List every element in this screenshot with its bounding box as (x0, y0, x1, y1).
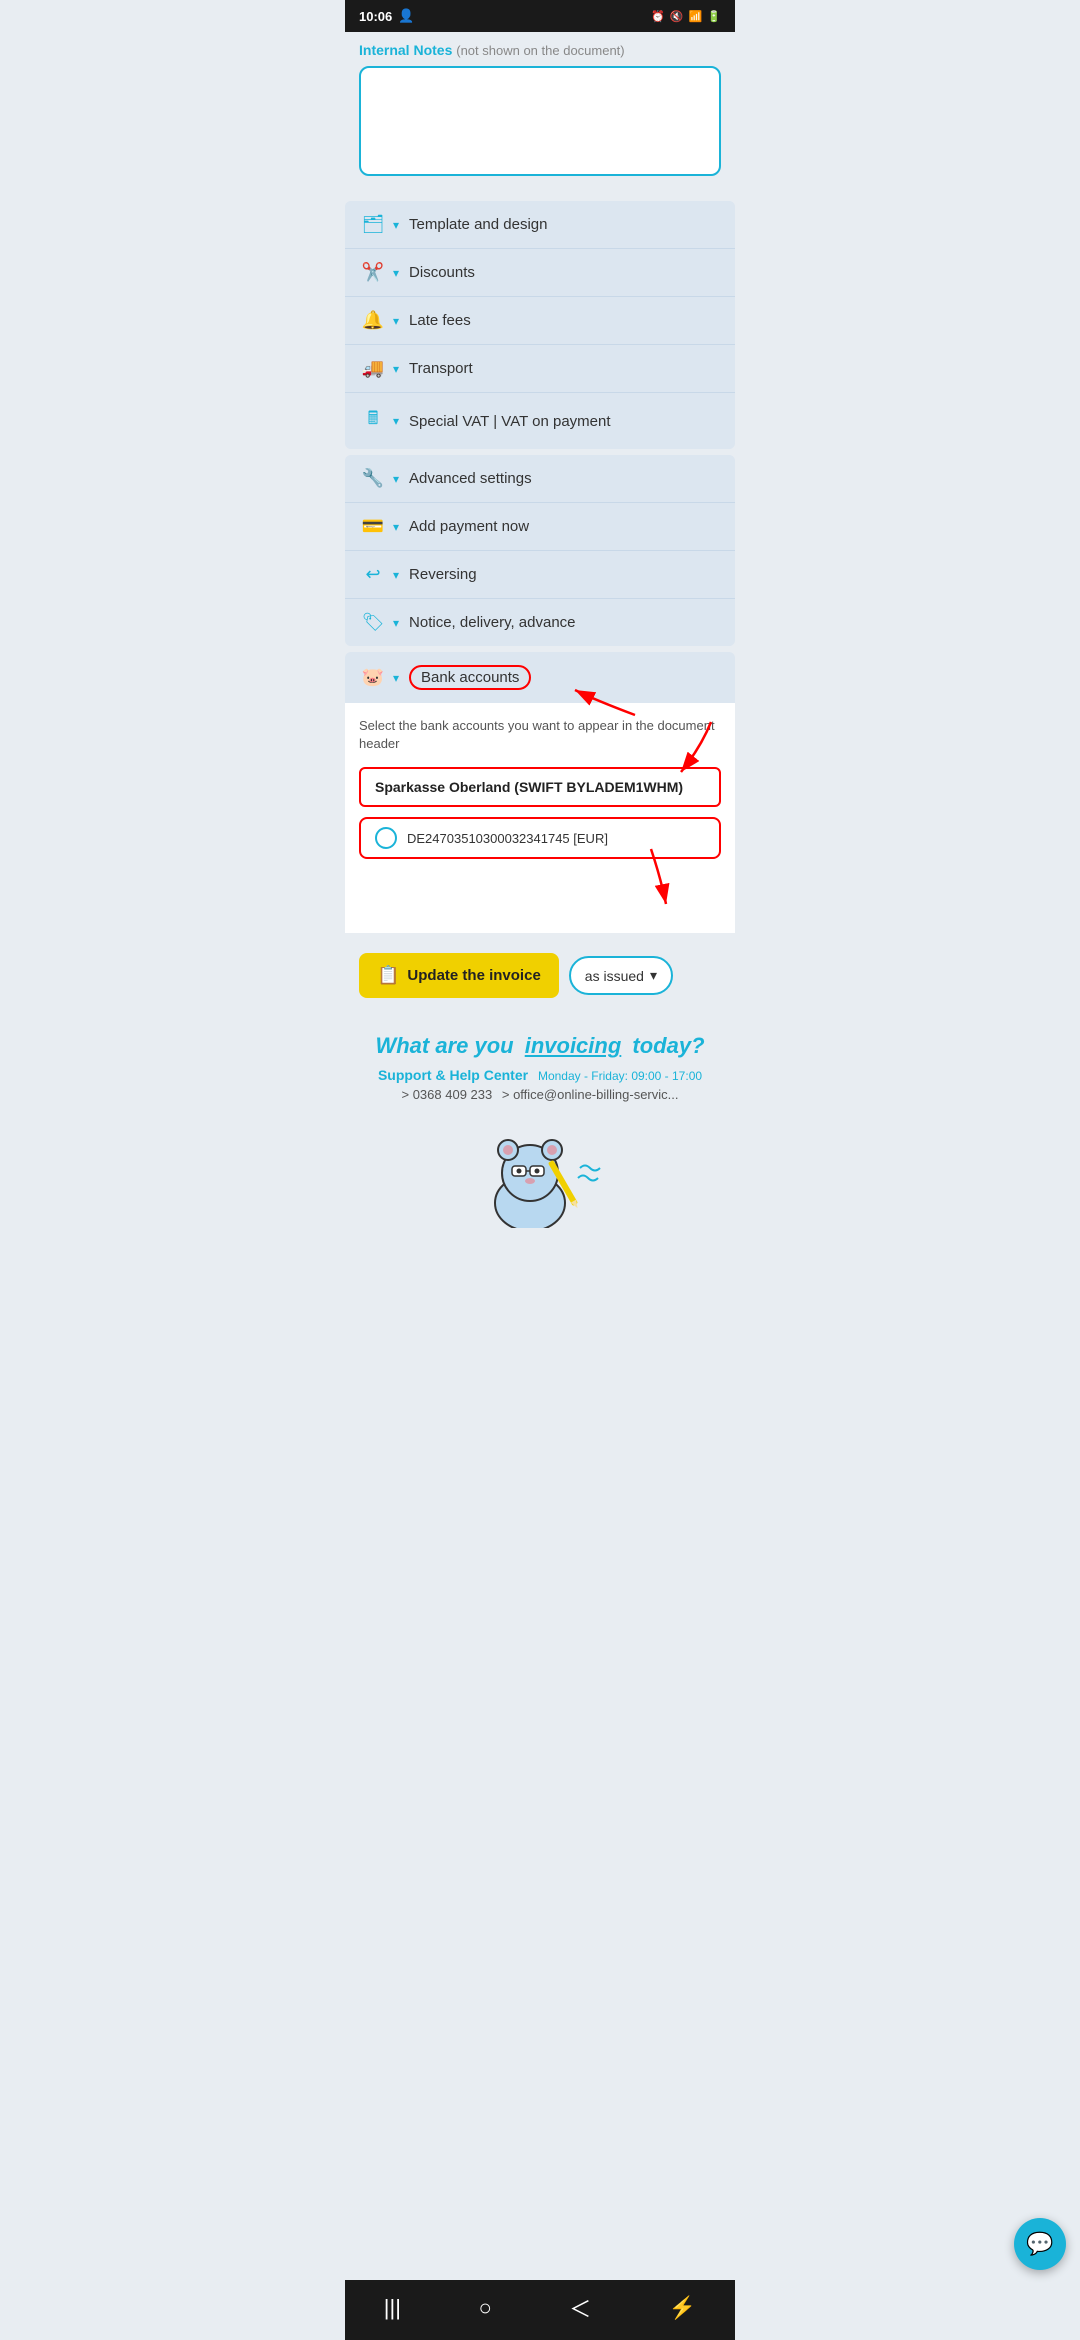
notice-icon: 🏷 (359, 612, 387, 633)
chevron-icon: ▾ (393, 671, 399, 685)
nav-recent-button[interactable]: ⚡ (669, 2295, 696, 2321)
spacer (359, 859, 721, 919)
chevron-icon: ▾ (393, 472, 399, 486)
special-vat-icon: 🖩 (359, 406, 387, 436)
accordion-label: Late fees (409, 312, 471, 329)
footer-section: What are you invoicing today? Support & … (345, 1012, 735, 1328)
nav-bar: ||| ○ ＜ ⚡ (345, 2280, 735, 2340)
update-bar: 📋 Update the invoice as issued ▾ (345, 939, 735, 1012)
accordion-label: Add payment now (409, 518, 529, 535)
payment-icon: 💳 (359, 516, 387, 537)
accordion-item-late-fees[interactable]: 🔔 ▾ Late fees (345, 297, 735, 345)
bank-icon: 🐷 (359, 667, 387, 688)
chevron-icon: ▾ (393, 218, 399, 232)
accordion-item-add-payment[interactable]: 💳 ▾ Add payment now (345, 503, 735, 551)
iban-text: DE24703510300032341745 [EUR] (407, 831, 608, 846)
chevron-icon: ▾ (393, 616, 399, 630)
accordion-label: Discounts (409, 264, 475, 281)
bank-accounts-label: Bank accounts (409, 665, 531, 690)
bank-accounts-description: Select the bank accounts you want to app… (359, 717, 721, 753)
accordion-item-reversing[interactable]: ↩ ▾ Reversing (345, 551, 735, 599)
bank-accounts-header[interactable]: 🐷 ▾ Bank accounts (345, 652, 735, 703)
alarm-icon: ⏰ (651, 10, 665, 23)
mute-icon: 🔇 (670, 10, 684, 23)
bank-accounts-body: Select the bank accounts you want to app… (345, 703, 735, 933)
nav-back-button[interactable]: ＜ (569, 2292, 591, 2324)
status-bar-left: 10:06 👤 (359, 8, 414, 24)
update-invoice-button[interactable]: 📋 Update the invoice (359, 953, 559, 998)
accordion-group-2: 🔧 ▾ Advanced settings 💳 ▾ Add payment no… (345, 455, 735, 646)
accordion-item-template-design[interactable]: 🗂 ▾ Template and design (345, 201, 735, 249)
accordion-label: Reversing (409, 566, 477, 583)
accordion-group-1: 🗂 ▾ Template and design ✂️ ▾ Discounts 🔔… (345, 201, 735, 449)
as-issued-dropdown[interactable]: as issued ▾ (569, 956, 673, 995)
nav-home-button[interactable]: ○ (478, 2295, 491, 2321)
accordion-label: Notice, delivery, advance (409, 614, 575, 631)
chevron-icon: ▾ (393, 414, 399, 428)
accordion-label: Template and design (409, 216, 547, 233)
internal-notes-input[interactable] (359, 66, 721, 176)
chevron-icon: ▾ (393, 314, 399, 328)
time: 10:06 (359, 9, 392, 24)
mascot-area (359, 1118, 721, 1238)
bank-accounts-section: 🐷 ▾ Bank accounts Select the bank accoun… (345, 652, 735, 933)
accordion-item-notice[interactable]: 🏷 ▾ Notice, delivery, advance (345, 599, 735, 646)
chat-icon: 💬 (1026, 2231, 1053, 2257)
accordion-item-transport[interactable]: 🚚 ▾ Transport (345, 345, 735, 393)
settings-icon: 🔧 (359, 468, 387, 489)
nav-spacer (359, 1238, 721, 1318)
template-icon: 🗂 (359, 214, 387, 235)
invoice-icon: 📋 (377, 965, 399, 986)
mascot-illustration (460, 1128, 620, 1228)
main-content: Internal Notes (not shown on the documen… (345, 32, 735, 1328)
user-icon: 👤 (398, 8, 414, 24)
footer-headline: What are you invoicing today? (359, 1032, 721, 1061)
chevron-icon: ▾ (393, 568, 399, 582)
bank-name-container: Sparkasse Oberland (SWIFT BYLADEM1WHM) (359, 767, 721, 807)
bank-name-entry[interactable]: Sparkasse Oberland (SWIFT BYLADEM1WHM) (359, 767, 721, 807)
late-fees-icon: 🔔 (359, 310, 387, 331)
chevron-icon: ▾ (393, 266, 399, 280)
status-bar-right: ⏰ 🔇 📶 🔋 (651, 10, 721, 23)
issued-label: as issued (585, 968, 644, 984)
iban-entry[interactable]: DE24703510300032341745 [EUR] (359, 817, 721, 859)
iban-container: DE24703510300032341745 [EUR] (359, 817, 721, 859)
reversing-icon: ↩ (359, 564, 387, 585)
iban-radio[interactable] (375, 827, 397, 849)
transport-icon: 🚚 (359, 358, 387, 379)
accordion-label: Transport (409, 360, 473, 377)
accordion-label: Advanced settings (409, 470, 532, 487)
update-button-label: Update the invoice (407, 967, 540, 984)
accordion-item-discounts[interactable]: ✂️ ▾ Discounts (345, 249, 735, 297)
nav-menu-button[interactable]: ||| (384, 2295, 401, 2321)
chat-button[interactable]: 💬 (1014, 2218, 1066, 2270)
footer-support: Support & Help Center Monday - Friday: 0… (359, 1067, 721, 1083)
status-bar: 10:06 👤 ⏰ 🔇 📶 🔋 (345, 0, 735, 32)
chevron-icon: ▾ (393, 520, 399, 534)
footer-contact: > 0368 409 233 > office@online-billing-s… (359, 1087, 721, 1102)
internal-notes-section: Internal Notes (not shown on the documen… (345, 32, 735, 195)
chevron-icon: ▾ (393, 362, 399, 376)
dropdown-chevron-icon: ▾ (650, 967, 657, 984)
accordion-item-special-vat[interactable]: 🖩 ▾ Special VAT | VAT on payment (345, 393, 735, 449)
battery-icon: 🔋 (707, 10, 721, 23)
accordion-label: Special VAT | VAT on payment (409, 413, 611, 430)
internal-notes-label: Internal Notes (not shown on the documen… (359, 42, 721, 58)
discounts-icon: ✂️ (359, 262, 387, 283)
accordion-item-advanced-settings[interactable]: 🔧 ▾ Advanced settings (345, 455, 735, 503)
internal-notes-sublabel: (not shown on the document) (456, 43, 624, 58)
signal-icon: 📶 (689, 10, 703, 23)
